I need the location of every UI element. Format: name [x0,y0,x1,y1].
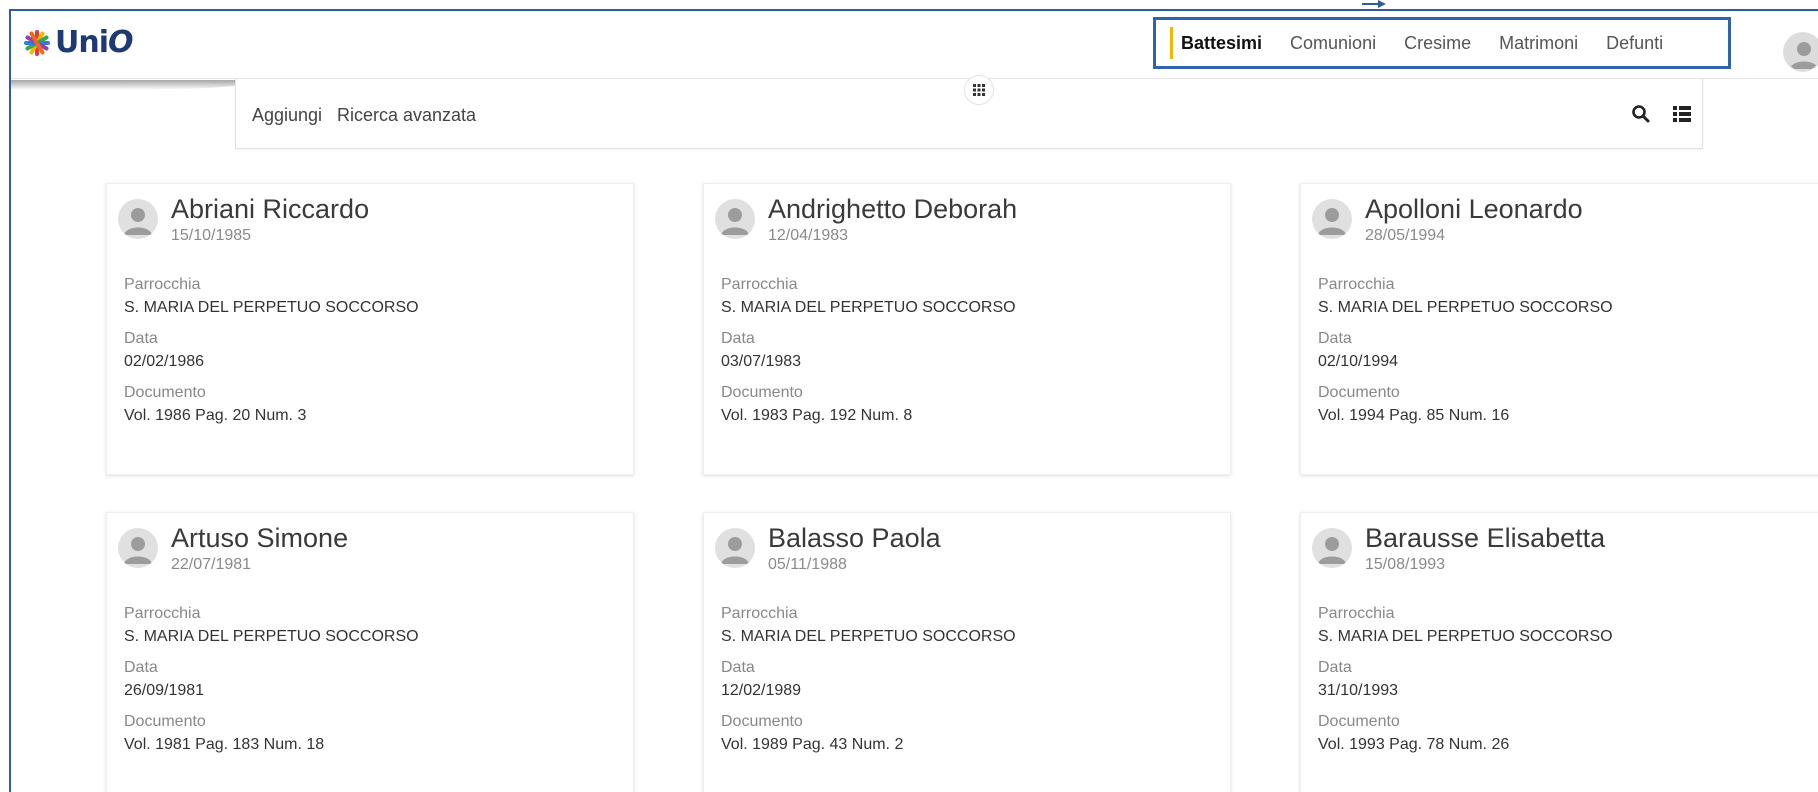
sacrament-nav: Battesimi Comunioni Cresime Matrimoni De… [1153,17,1731,69]
parrocchia-label: Parrocchia [1318,605,1395,622]
data-value: 02/02/1986 [124,353,205,370]
documento-value: Vol. 1986 Pag. 20 Num. 3 [124,407,307,424]
person-avatar-icon [1312,528,1352,568]
record-card[interactable]: Andrighetto Deborah 12/04/1983 Parrocchi… [703,183,1231,475]
user-avatar[interactable] [1783,32,1818,72]
birth-date: 28/05/1994 [1365,227,1446,244]
parrocchia-value: S. MARIA DEL PERPETUO SOCCORSO [721,628,1016,645]
documento-value: Vol. 1994 Pag. 85 Num. 16 [1318,407,1510,424]
person-name[interactable]: Artuso Simone [171,523,348,554]
nav-item-defunti[interactable]: Defunti [1592,27,1677,59]
user-silhouette-icon [1790,42,1818,69]
parrocchia-value: S. MARIA DEL PERPETUO SOCCORSO [124,628,419,645]
documento-label: Documento [1318,384,1400,401]
person-avatar-icon [118,528,158,568]
person-avatar-icon [118,199,158,239]
search-icon[interactable] [1628,101,1654,127]
person-name[interactable]: Andrighetto Deborah [768,194,1017,225]
nav-item-matrimoni[interactable]: Matrimoni [1485,27,1592,59]
parrocchia-value: S. MARIA DEL PERPETUO SOCCORSO [1318,628,1613,645]
person-name[interactable]: Barausse Elisabetta [1365,523,1605,554]
documento-value: Vol. 1983 Pag. 192 Num. 8 [721,407,913,424]
person-name[interactable]: Apolloni Leonardo [1365,194,1583,225]
parrocchia-label: Parrocchia [124,605,201,622]
documento-label: Documento [124,384,206,401]
record-card[interactable]: Artuso Simone 22/07/1981 Parrocchia S. M… [106,512,634,792]
data-value: 26/09/1981 [124,682,205,699]
person-avatar-icon [715,199,755,239]
birth-date: 05/11/1988 [768,556,847,573]
topbar-shadow [11,80,241,90]
person-avatar-icon [715,528,755,568]
parrocchia-label: Parrocchia [721,276,798,293]
birth-date: 15/10/1985 [171,227,252,244]
advanced-search-button[interactable]: Ricerca avanzata [337,105,476,126]
record-card[interactable]: Abriani Riccardo 15/10/1985 Parrocchia S… [106,183,634,475]
app-logo[interactable]: UniO [23,25,134,60]
nav-item-comunioni[interactable]: Comunioni [1276,27,1390,59]
data-value: 03/07/1983 [721,353,802,370]
parrocchia-label: Parrocchia [721,605,798,622]
birth-date: 15/08/1993 [1365,556,1446,573]
data-value: 12/02/1989 [721,682,802,699]
person-avatar-icon [1312,199,1352,239]
person-name[interactable]: Balasso Paola [768,523,941,554]
app-window: UniO Battesimi Comunioni Cresime Matrimo… [9,9,1818,792]
logo-asterisk-icon [23,29,51,57]
data-label: Data [124,330,158,347]
annotation-arrow [1362,0,1388,8]
apps-grid-button[interactable] [964,75,994,105]
birth-date: 22/07/1981 [171,556,252,573]
parrocchia-value: S. MARIA DEL PERPETUO SOCCORSO [124,299,419,316]
record-card[interactable]: Apolloni Leonardo 28/05/1994 Parrocchia … [1300,183,1818,475]
documento-value: Vol. 1981 Pag. 183 Num. 18 [124,736,325,753]
data-label: Data [721,659,755,676]
parrocchia-label: Parrocchia [1318,276,1395,293]
record-card[interactable]: Barausse Elisabetta 15/08/1993 Parrocchi… [1300,512,1818,792]
data-value: 31/10/1993 [1318,682,1399,699]
nav-item-cresime[interactable]: Cresime [1390,27,1485,59]
data-label: Data [124,659,158,676]
top-bar: UniO Battesimi Comunioni Cresime Matrimo… [11,11,1818,79]
record-card[interactable]: Balasso Paola 05/11/1988 Parrocchia S. M… [703,512,1231,792]
data-label: Data [1318,330,1352,347]
data-label: Data [721,330,755,347]
documento-label: Documento [1318,713,1400,730]
documento-label: Documento [124,713,206,730]
add-button[interactable]: Aggiungi [252,105,322,126]
documento-value: Vol. 1993 Pag. 78 Num. 26 [1318,736,1510,753]
list-view-icon[interactable] [1669,101,1695,127]
birth-date: 12/04/1983 [768,227,849,244]
parrocchia-label: Parrocchia [124,276,201,293]
apps-grid-icon [973,84,985,96]
data-label: Data [1318,659,1352,676]
documento-value: Vol. 1989 Pag. 43 Num. 2 [721,736,904,753]
documento-label: Documento [721,384,803,401]
parrocchia-value: S. MARIA DEL PERPETUO SOCCORSO [721,299,1016,316]
person-name[interactable]: Abriani Riccardo [171,194,369,225]
documento-label: Documento [721,713,803,730]
parrocchia-value: S. MARIA DEL PERPETUO SOCCORSO [1318,299,1613,316]
nav-item-battesimi[interactable]: Battesimi [1170,27,1276,59]
logo-text: UniO [55,25,134,60]
data-value: 02/10/1994 [1318,353,1399,370]
